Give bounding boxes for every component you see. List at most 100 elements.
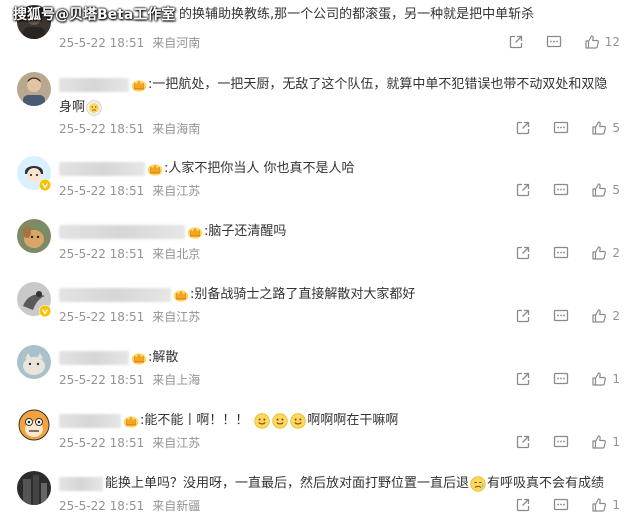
username-blurred[interactable] (59, 78, 129, 92)
share-icon (515, 120, 531, 136)
smile-emoji-icon (254, 413, 270, 429)
comment-line: :脑子还清醒吗 (59, 221, 619, 244)
share-icon (508, 34, 524, 50)
comment-item: :脑子还清醒吗 25-5-22 18:51 来自北京 2 (0, 219, 628, 269)
avatar[interactable] (17, 408, 51, 442)
share-button[interactable] (515, 120, 531, 136)
username-blurred[interactable] (59, 288, 171, 302)
comment-location: 来自上海 (152, 373, 201, 387)
avatar[interactable] (17, 471, 51, 505)
share-icon (515, 245, 531, 261)
comment-text: 能换上单吗？没用呀，一直最后，然后放对面打野位置一直后退 (105, 476, 470, 491)
reply-button[interactable] (553, 182, 569, 198)
crown-icon (131, 351, 147, 365)
avatar[interactable] (17, 345, 51, 379)
comment-line: :一把航处，一把天厨，无敌了这个队伍，就算中单不犯错误也带不动双处和双隐 身啊 (59, 74, 619, 119)
comment-actions: 1 (493, 497, 620, 513)
comment-meta: 25-5-22 18:51 来自江苏 (59, 308, 200, 325)
comment-meta: 25-5-22 18:51 来自江苏 (59, 434, 200, 451)
like-button[interactable]: 2 (591, 245, 620, 261)
comment-icon (553, 434, 569, 450)
comment-text: :脑子还清醒吗 (204, 224, 287, 239)
username-blurred[interactable] (59, 351, 129, 365)
comment-date: 25-5-22 18:51 (59, 36, 145, 50)
comment-actions: 2 (493, 308, 620, 324)
thumbs-up-icon (591, 182, 607, 198)
like-button[interactable]: 5 (591, 182, 620, 198)
comment-date: 25-5-22 18:51 (59, 499, 145, 513)
comment-text: :解散 (148, 350, 179, 365)
comment-date: 25-5-22 18:51 (59, 436, 145, 450)
like-button[interactable]: 2 (591, 308, 620, 324)
comment-text-cont: 身啊 (59, 99, 86, 115)
reply-button[interactable] (553, 308, 569, 324)
comment-meta: 25-5-22 18:51 来自北京 (59, 245, 200, 262)
username-blurred[interactable] (59, 414, 121, 428)
share-button[interactable] (515, 371, 531, 387)
comment-item: :别备战骑士之路了直接解散对大家都好 25-5-22 18:51 来自江苏 2 (0, 282, 628, 332)
share-button[interactable] (515, 308, 531, 324)
comment-line: :解散 (59, 347, 619, 370)
like-button[interactable]: 12 (584, 34, 620, 50)
like-count: 2 (612, 309, 620, 323)
comment-icon (553, 371, 569, 387)
comment-date: 25-5-22 18:51 (59, 184, 145, 198)
comment-icon (553, 245, 569, 261)
comment-text: :别备战骑士之路了直接解散对大家都好 (190, 287, 416, 302)
like-button[interactable]: 1 (591, 434, 620, 450)
comment-text: :人家不把你当人 你也真不是人哈 (164, 161, 355, 176)
crown-icon (131, 78, 147, 92)
like-button[interactable]: 1 (591, 497, 620, 513)
comment-location: 来自江苏 (152, 436, 201, 450)
comment-location: 来自河南 (152, 36, 201, 50)
comment-text: :能不能丨啊！！！ (140, 413, 249, 428)
like-count: 1 (612, 372, 620, 386)
comment-item: :解散 25-5-22 18:51 来自上海 1 (0, 345, 628, 395)
share-icon (515, 371, 531, 387)
share-button[interactable] (508, 34, 524, 50)
username-blurred[interactable] (59, 225, 185, 239)
reply-button[interactable] (553, 434, 569, 450)
cry-emoji-icon (86, 100, 102, 116)
reply-button[interactable] (553, 371, 569, 387)
smile-emoji-icon (272, 413, 288, 429)
verified-badge-icon (39, 305, 51, 317)
share-button[interactable] (515, 182, 531, 198)
like-button[interactable]: 5 (591, 120, 620, 136)
smile-emoji-icon (290, 413, 306, 429)
comment-date: 25-5-22 18:51 (59, 122, 145, 136)
share-button[interactable] (515, 434, 531, 450)
like-button[interactable]: 1 (591, 371, 620, 387)
username-blurred[interactable] (59, 477, 103, 491)
avatar[interactable] (17, 72, 51, 106)
comment-location: 来自北京 (152, 247, 201, 261)
comment-item: :人家不把你当人 你也真不是人哈 25-5-22 18:51 来自江苏 5 (0, 156, 628, 206)
share-button[interactable] (515, 497, 531, 513)
crown-icon (147, 162, 163, 176)
comment-meta: 25-5-22 18:51 来自河南 (59, 34, 200, 51)
comment-actions: 12 (486, 34, 620, 50)
comment-icon (553, 120, 569, 136)
comment-icon (553, 182, 569, 198)
verified-badge-icon (39, 179, 51, 191)
share-button[interactable] (515, 245, 531, 261)
reply-button[interactable] (553, 120, 569, 136)
thumbs-up-icon (591, 308, 607, 324)
comment-line: :别备战骑士之路了直接解散对大家都好 (59, 284, 619, 307)
comment-date: 25-5-22 18:51 (59, 373, 145, 387)
comment-line: 能换上单吗？没用呀，一直最后，然后放对面打野位置一直后退 有呼吸真不会有成绩 (59, 473, 619, 496)
like-count: 5 (612, 121, 620, 135)
crown-icon (187, 225, 203, 239)
avatar[interactable] (17, 219, 51, 253)
reply-button[interactable] (553, 497, 569, 513)
reply-button[interactable] (553, 245, 569, 261)
comment-icon (546, 34, 562, 50)
comment-text: 的换辅助换教练,那一个公司的都滚蛋，另一种就是把中单斩杀 (179, 7, 535, 22)
comment-date: 25-5-22 18:51 (59, 310, 145, 324)
reply-button[interactable] (546, 34, 562, 50)
crown-icon (123, 414, 139, 428)
thumbs-up-icon (591, 245, 607, 261)
share-icon (515, 308, 531, 324)
username-blurred[interactable] (59, 162, 145, 176)
comment-meta: 25-5-22 18:51 来自新疆 (59, 497, 200, 514)
